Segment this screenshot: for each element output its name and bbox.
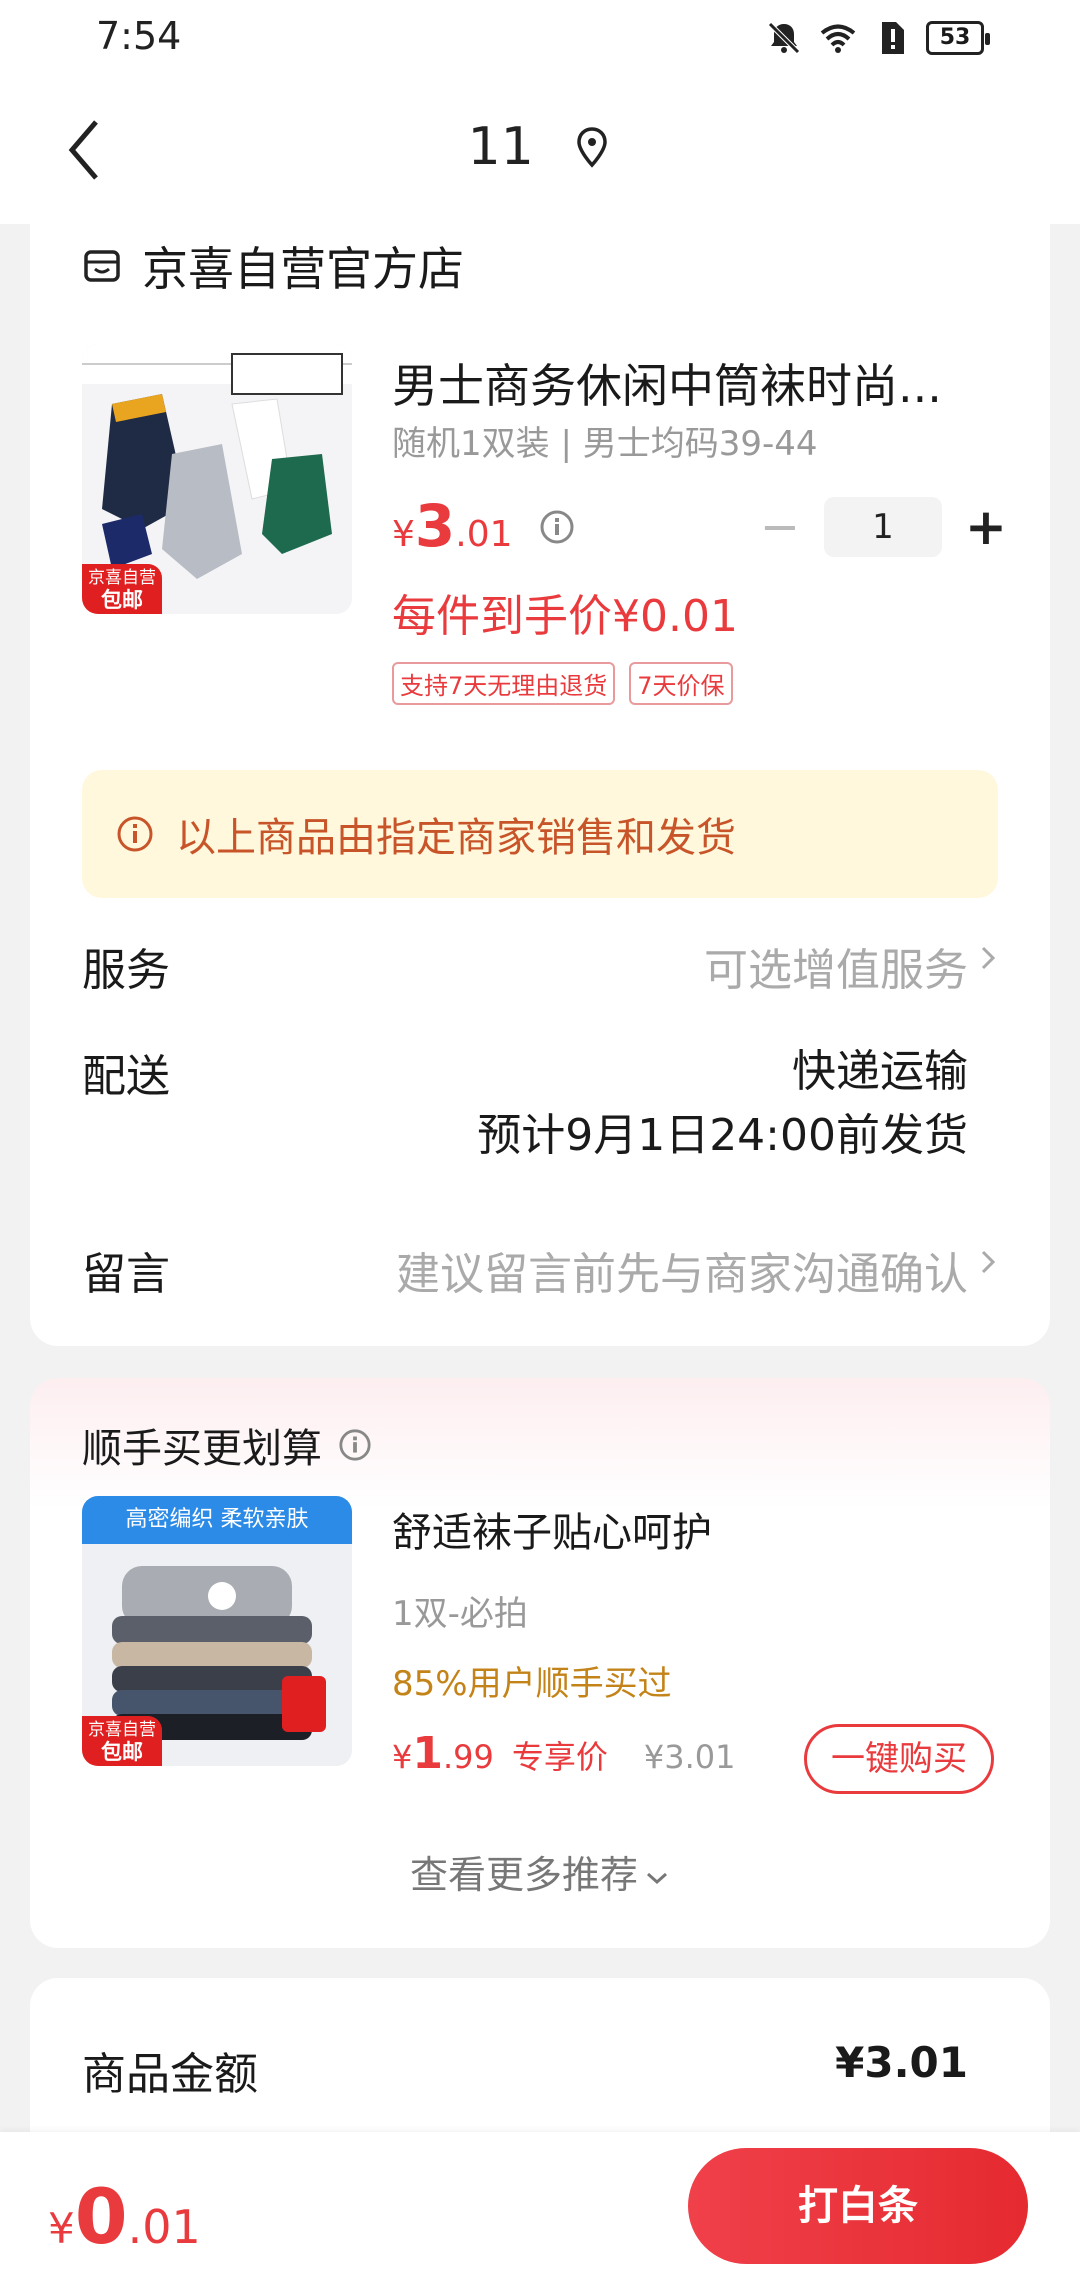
shop-header[interactable]: 京喜自营官方店 xyxy=(82,236,464,296)
badge-line2: 包邮 xyxy=(101,1740,143,1764)
price-decimal: .01 xyxy=(455,514,513,555)
badge-line2: 包邮 xyxy=(101,588,143,612)
service-value: 可选增值服务 xyxy=(704,945,968,996)
more-recommend-link[interactable]: 查看更多推荐 xyxy=(30,1844,1050,1899)
recommend-social-proof: 85%用户顺手买过 xyxy=(392,1664,672,1704)
price-integer: 1 xyxy=(412,1728,443,1779)
checkout-bar: ¥ 0 .01 打白条 xyxy=(0,2132,1080,2280)
service-row[interactable]: 服务 可选增值服务 xyxy=(82,934,998,996)
price-symbol: ¥ xyxy=(392,1738,413,1776)
status-icons: 53 xyxy=(764,18,990,58)
status-time: 7:54 xyxy=(96,14,182,58)
price-symbol: ¥ xyxy=(392,514,415,555)
original-price: ¥3.01 xyxy=(643,1738,736,1776)
recommend-spec: 1双-必拍 xyxy=(392,1594,528,1634)
shop-icon xyxy=(84,250,120,282)
info-icon[interactable] xyxy=(338,1428,372,1462)
service-tags: 支持7天无理由退货 7天价保 xyxy=(392,662,733,705)
chevron-down-icon xyxy=(647,1872,667,1884)
one-click-buy-button[interactable]: 一键购买 xyxy=(804,1724,994,1794)
goods-amount-label: 商品金额 xyxy=(82,2049,258,2100)
product-spec[interactable]: 随机1双装 | 男士均码39-44 xyxy=(392,416,818,465)
address-selector[interactable]: 11 xyxy=(0,114,1080,177)
chevron-right-icon xyxy=(981,1250,996,1274)
notice-text: 以上商品由指定商家销售和发货 xyxy=(176,815,736,861)
jd-self-badge: 京喜自营 包邮 xyxy=(82,564,162,614)
order-confirm-screen: 7:54 53 11 京喜自营官方店 京喜自营 包邮 男士商务休闲中筒袜时尚..… xyxy=(0,0,1080,2280)
service-label: 服务 xyxy=(82,945,170,996)
battery-indicator: 53 xyxy=(926,21,990,55)
product-price: ¥ 3 .01 xyxy=(392,492,575,562)
order-item-card: 京喜自营官方店 京喜自营 包邮 男士商务休闲中筒袜时尚... 随机1双装 | 男… xyxy=(30,210,1050,1346)
more-recommend-label: 查看更多推荐 xyxy=(409,1853,638,1897)
total-price: ¥ 0 .01 xyxy=(48,2172,201,2261)
delivery-label: 配送 xyxy=(82,1051,170,1102)
goods-amount-value: ¥3.01 xyxy=(835,2038,968,2087)
location-pin-icon xyxy=(577,127,608,168)
add-on-recommend-card: 顺手买更划算 高密编织 柔软亲肤 京喜自营 包邮 舒适袜子贴心呵护 1双-必拍 … xyxy=(30,1378,1050,1948)
recommend-header: 顺手买更划算 xyxy=(82,1416,372,1474)
status-bar: 7:54 53 xyxy=(0,0,1080,76)
jd-self-badge: 京喜自营 包邮 xyxy=(82,1716,162,1766)
info-icon xyxy=(117,816,153,852)
delivery-value: 快递运输 预计9月1日24:00前发货 xyxy=(477,1040,968,1168)
shop-name: 京喜自营官方店 xyxy=(142,242,464,296)
total-integer: 0 xyxy=(74,2172,128,2261)
quantity-input[interactable]: 1 xyxy=(824,497,942,557)
info-icon[interactable] xyxy=(539,509,575,545)
decrease-button[interactable]: − xyxy=(758,499,802,555)
sim-alert-icon xyxy=(882,22,904,54)
increase-button[interactable]: + xyxy=(964,498,1008,556)
address-title: 11 xyxy=(467,117,534,177)
total-symbol: ¥ xyxy=(48,2204,75,2253)
product-title[interactable]: 男士商务休闲中筒袜时尚... xyxy=(392,350,992,416)
goods-amount-row: 商品金额 ¥3.01 xyxy=(82,2038,998,2100)
badge-line1: 京喜自营 xyxy=(88,1720,156,1740)
price-integer: 3 xyxy=(414,492,456,560)
unit-final-price: 每件到手价¥0.01 xyxy=(392,591,738,642)
tag-return: 支持7天无理由退货 xyxy=(392,662,616,705)
delivery-row: 配送 快递运输 预计9月1日24:00前发货 xyxy=(82,1040,998,1180)
message-placeholder: 建议留言前先与商家沟通确认 xyxy=(396,1249,968,1300)
message-row[interactable]: 留言 建议留言前先与商家沟通确认 xyxy=(82,1238,998,1300)
pay-button[interactable]: 打白条 xyxy=(688,2148,1028,2264)
message-label: 留言 xyxy=(82,1249,170,1300)
exclusive-price-label: 专享价 xyxy=(511,1738,608,1776)
recommend-price: ¥ 1 .99 专享价 ¥3.01 xyxy=(392,1728,736,1788)
recommend-title: 顺手买更划算 xyxy=(82,1426,322,1472)
total-decimal: .01 xyxy=(127,2200,201,2254)
top-nav: 11 xyxy=(0,76,1080,224)
chevron-right-icon xyxy=(981,946,996,970)
wifi-icon xyxy=(820,24,856,53)
price-decimal: .99 xyxy=(442,1738,494,1776)
delivery-eta: 预计9月1日24:00前发货 xyxy=(477,1110,968,1161)
quantity-stepper: − 1 + xyxy=(758,496,1008,558)
recommend-banner: 高密编织 柔软亲肤 xyxy=(82,1496,352,1544)
recommend-name[interactable]: 舒适袜子贴心呵护 xyxy=(392,1500,712,1558)
recommend-image[interactable]: 高密编织 柔软亲肤 京喜自营 包邮 xyxy=(82,1496,352,1766)
badge-line1: 京喜自营 xyxy=(88,568,156,588)
delivery-method: 快递运输 xyxy=(792,1046,968,1097)
seller-notice: 以上商品由指定商家销售和发货 xyxy=(82,770,998,898)
product-image[interactable]: 京喜自营 包邮 xyxy=(82,344,352,614)
mute-bell-icon xyxy=(768,22,800,54)
tag-price-protect: 7天价保 xyxy=(629,662,733,705)
